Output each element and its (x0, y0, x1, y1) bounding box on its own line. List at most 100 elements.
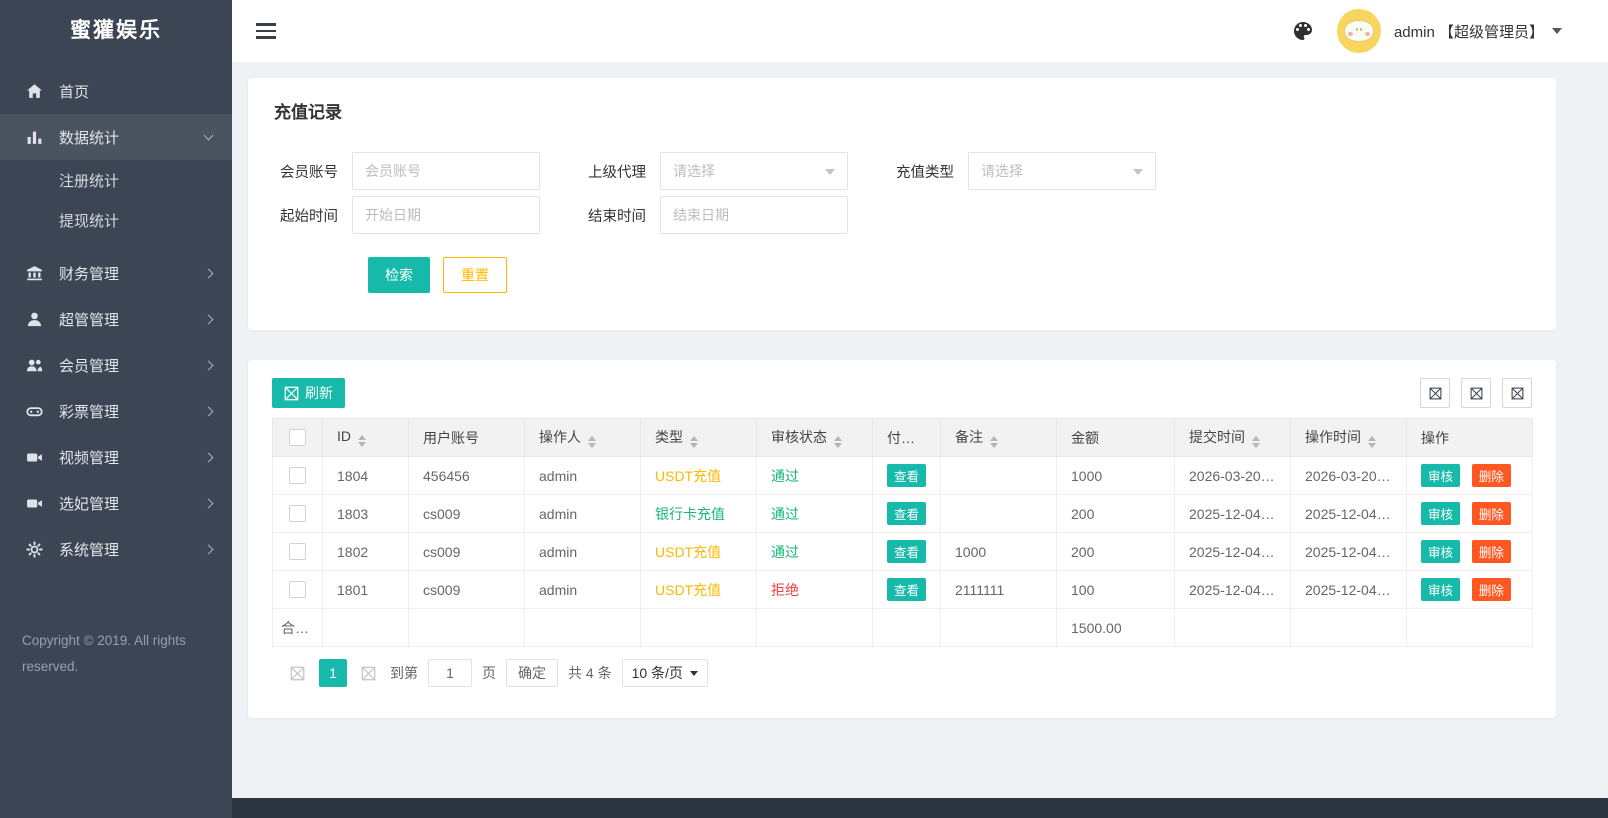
row-checkbox[interactable] (289, 467, 306, 484)
chevron-right-icon (204, 452, 214, 462)
col-checkbox (273, 419, 323, 457)
theme-palette-icon[interactable] (1291, 19, 1315, 43)
select-all-checkbox[interactable] (289, 429, 306, 446)
cell-operator: admin (525, 495, 641, 533)
audit-button[interactable]: 审核 (1421, 540, 1460, 563)
col-status[interactable]: 审核状态 (757, 419, 873, 457)
col-submit-time[interactable]: 提交时间 (1175, 419, 1291, 457)
search-button[interactable]: 检索 (368, 257, 430, 293)
cell-account: cs009 (409, 571, 525, 609)
sidebar-item-system[interactable]: 系统管理 (0, 526, 232, 572)
total-row: 合… 1500.00 (273, 609, 1533, 647)
table-toolbar: 刷新 (272, 378, 1532, 408)
parent-agent-select[interactable]: 请选择 (660, 152, 848, 190)
row-checkbox[interactable] (289, 505, 306, 522)
delete-button[interactable]: 删除 (1472, 540, 1511, 563)
sidebar-item-members[interactable]: 会员管理 (0, 342, 232, 388)
cell-ops: 审核 删除 (1407, 533, 1533, 571)
cell-operate-time: 2026-03-20… (1291, 457, 1407, 495)
sidebar-item-home[interactable]: 首页 (0, 68, 232, 114)
audit-button[interactable]: 审核 (1421, 502, 1460, 525)
refresh-button[interactable]: 刷新 (272, 378, 345, 408)
col-operator[interactable]: 操作人 (525, 419, 641, 457)
cell-voucher: 查看 (873, 533, 941, 571)
cell-account: 456456 (409, 457, 525, 495)
sidebar-item-data-stats[interactable]: 数据统计 (0, 114, 232, 160)
sidebar-subitem-withdraw-stats[interactable]: 提现统计 (0, 202, 232, 242)
sidebar-item-super-admin[interactable]: 超管管理 (0, 296, 232, 342)
cell-voucher: 查看 (873, 495, 941, 533)
sidebar-item-finance[interactable]: 财务管理 (0, 250, 232, 296)
delete-button[interactable]: 删除 (1472, 502, 1511, 525)
avatar[interactable] (1337, 9, 1381, 53)
app-root: 蜜獾娱乐 首页 数据统计 注册统计 提现统计 (0, 0, 1608, 818)
goto-page-input[interactable] (428, 659, 472, 687)
reset-button[interactable]: 重置 (443, 257, 507, 293)
cell-voucher: 查看 (873, 457, 941, 495)
cell-voucher: 查看 (873, 571, 941, 609)
user-menu[interactable]: admin 【超级管理员】 (1394, 21, 1544, 42)
cell-amount: 1000 (1057, 457, 1175, 495)
cell-status: 拒绝 (757, 571, 873, 609)
col-remark[interactable]: 备注 (941, 419, 1057, 457)
toolbar-export-button[interactable] (1461, 378, 1491, 408)
cell-type: 银行卡充值 (641, 495, 757, 533)
sidebar-nav: 首页 数据统计 注册统计 提现统计 财务管理 (0, 68, 232, 572)
audit-button[interactable]: 审核 (1421, 464, 1460, 487)
current-page-button[interactable]: 1 (319, 659, 347, 687)
col-id[interactable]: ID (323, 419, 409, 457)
table-row: 1802 cs009 admin USDT充值 通过 查看 1000 200 2… (273, 533, 1533, 571)
sidebar-subitem-register-stats[interactable]: 注册统计 (0, 162, 232, 202)
member-account-input[interactable] (352, 152, 540, 190)
view-voucher-button[interactable]: 查看 (887, 578, 926, 601)
row-checkbox[interactable] (289, 543, 306, 560)
sidebar-item-video[interactable]: 视频管理 (0, 434, 232, 480)
users-icon (26, 357, 43, 374)
start-date-input[interactable] (352, 196, 540, 234)
app-logo: 蜜獾娱乐 (0, 0, 232, 62)
recharge-type-select[interactable]: 请选择 (968, 152, 1156, 190)
records-table: ID 用户账号 操作人 类型 审核状态 付… 备注 金额 提交时间 操作时间 操… (272, 418, 1533, 647)
col-type[interactable]: 类型 (641, 419, 757, 457)
end-date-input[interactable] (660, 196, 848, 234)
sort-icon[interactable] (834, 436, 842, 448)
col-ops: 操作 (1407, 419, 1533, 457)
sort-icon[interactable] (990, 436, 998, 448)
bar-chart-icon (26, 129, 43, 146)
page-size-select[interactable]: 10 条/页 (622, 659, 708, 687)
goto-confirm-button[interactable]: 确定 (506, 659, 558, 687)
view-voucher-button[interactable]: 查看 (887, 464, 926, 487)
toolbar-print-button[interactable] (1502, 378, 1532, 408)
view-voucher-button[interactable]: 查看 (887, 502, 926, 525)
audit-button[interactable]: 审核 (1421, 578, 1460, 601)
cell-status: 通过 (757, 457, 873, 495)
sort-icon[interactable] (358, 435, 366, 447)
prev-page-button[interactable] (286, 666, 309, 681)
table-header-row: ID 用户账号 操作人 类型 审核状态 付… 备注 金额 提交时间 操作时间 操… (273, 419, 1533, 457)
chevron-down-icon[interactable] (1552, 28, 1562, 34)
chevron-right-icon (204, 268, 214, 278)
sort-icon[interactable] (588, 436, 596, 448)
copyright-text: Copyright © 2019. All rights reserved. (0, 628, 232, 680)
delete-button[interactable]: 删除 (1472, 578, 1511, 601)
sidebar-item-xuanfei[interactable]: 选妃管理 (0, 480, 232, 526)
cell-status: 通过 (757, 495, 873, 533)
cell-type: USDT充值 (641, 533, 757, 571)
sidebar-item-lottery[interactable]: 彩票管理 (0, 388, 232, 434)
menu-toggle-icon[interactable] (248, 15, 284, 46)
sort-icon[interactable] (690, 436, 698, 448)
prev-page-icon (290, 666, 305, 681)
toolbar-filter-button[interactable] (1420, 378, 1450, 408)
delete-button[interactable]: 删除 (1472, 464, 1511, 487)
sort-icon[interactable] (1252, 436, 1260, 448)
next-page-button[interactable] (357, 666, 380, 681)
recharge-type-label: 充值类型 (890, 161, 968, 182)
select-placeholder: 请选择 (673, 161, 715, 181)
row-checkbox[interactable] (289, 581, 306, 598)
export-icon (1470, 387, 1483, 400)
cell-id: 1802 (323, 533, 409, 571)
col-operate-time[interactable]: 操作时间 (1291, 419, 1407, 457)
view-voucher-button[interactable]: 查看 (887, 540, 926, 563)
sort-icon[interactable] (1368, 436, 1376, 448)
cell-status: 通过 (757, 533, 873, 571)
